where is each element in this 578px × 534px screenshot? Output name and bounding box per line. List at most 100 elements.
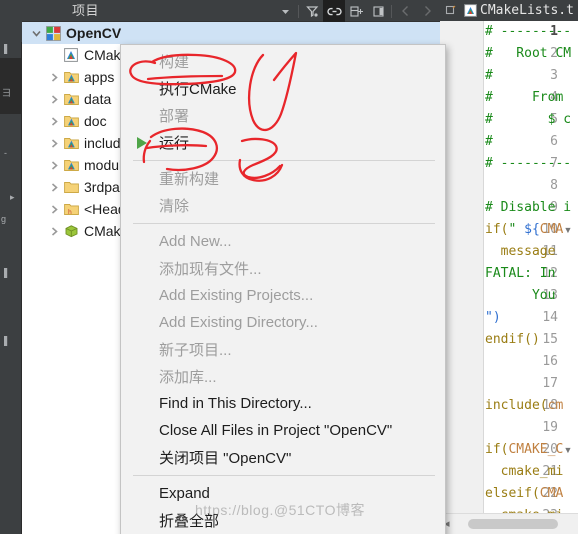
menu-item-expand[interactable]: Expand <box>121 480 445 507</box>
code-token: " <box>508 222 525 237</box>
cmake-folder-icon <box>62 66 80 88</box>
menu-separator <box>133 223 435 224</box>
chevron-down-icon[interactable] <box>274 0 296 22</box>
chevron-right-icon[interactable] <box>46 154 62 176</box>
code-token: if( <box>485 442 509 457</box>
editor-horizontal-scrollbar[interactable]: ◂ <box>440 513 578 534</box>
menu-item-run[interactable]: 运行 <box>121 129 445 156</box>
code-line: # <box>485 131 493 153</box>
menu-item-label: Find in This Directory... <box>159 395 312 412</box>
editor-body[interactable]: 12345678910▼11121314151617181920▼212223 … <box>440 21 578 523</box>
nav-back-icon[interactable] <box>394 0 416 22</box>
tree-item-label: OpenCV <box>66 25 122 41</box>
svg-text:h: h <box>68 209 72 216</box>
menu-item-clean: 清除 <box>121 192 445 219</box>
menu-item-label: 添加现有文件... <box>159 261 262 278</box>
menu-item-add-existing-projects: Add Existing Projects... <box>121 282 445 309</box>
chevron-right-icon[interactable] <box>46 66 62 88</box>
editor-tab-title[interactable]: CMakeLists.t <box>480 3 574 18</box>
code-line: # --------- <box>485 21 571 43</box>
hide-panel-icon[interactable] <box>367 0 389 22</box>
menu-separator <box>133 475 435 476</box>
link-icon[interactable] <box>323 0 345 22</box>
code-line: # Disable i <box>485 197 571 219</box>
tool-strip-glyph-4: g <box>1 214 7 224</box>
tool-strip-arrow-icon[interactable]: ▸ <box>10 192 15 202</box>
menu-item-label: 执行CMake <box>159 81 237 98</box>
folder-icon <box>62 176 80 198</box>
code-token: # <box>485 68 493 83</box>
cmake-folder-icon <box>62 132 80 154</box>
code-token: include( <box>485 398 548 413</box>
menu-item-label: 部署 <box>159 108 190 125</box>
editor-tabbar: CMakeLists.t <box>440 0 578 21</box>
code-token: if( <box>485 222 509 237</box>
tree-item-label: apps <box>84 69 115 85</box>
toolbar-divider-2 <box>391 4 392 18</box>
menu-item-run-cmake[interactable]: 执行CMake <box>121 75 445 102</box>
tool-strip-segment-active[interactable] <box>0 58 22 114</box>
chevron-right-icon[interactable] <box>46 220 62 242</box>
menu-item-add-library: 添加库... <box>121 363 445 390</box>
chevron-right-icon[interactable] <box>46 176 62 198</box>
code-line: if(CMAKE_C <box>485 439 563 461</box>
collapse-all-icon[interactable] <box>345 0 367 22</box>
menu-item-find-in-directory[interactable]: Find in This Directory... <box>121 390 445 417</box>
menu-item-deploy: 部署 <box>121 102 445 129</box>
editor-gutter[interactable] <box>440 21 484 513</box>
menu-item-label: 折叠全部 <box>159 513 220 530</box>
menu-item-label: 添加库... <box>159 369 217 386</box>
project-context-menu[interactable]: 构建执行CMake 部署运行重新构建清除 Add New... 添加现有文件... Ad… <box>120 44 446 534</box>
menu-item-label: 新子项目... <box>159 342 232 359</box>
project-panel-header: 项目 <box>22 0 440 22</box>
code-token: endif() <box>485 332 540 347</box>
tool-strip-glyph-5: ▌ <box>4 268 11 278</box>
chevron-right-icon[interactable] <box>46 198 62 220</box>
header-folder-icon: h <box>62 198 80 220</box>
cmake-file-icon <box>460 0 480 21</box>
cmake-folder-icon <box>62 154 80 176</box>
menu-item-rebuild: 重新构建 <box>121 165 445 192</box>
menu-item-label: Add New... <box>159 233 232 250</box>
chevron-right-icon[interactable] <box>46 88 62 110</box>
chevron-right-icon[interactable] <box>46 132 62 154</box>
menu-item-label: Close All Files in Project "OpenCV" <box>159 422 393 439</box>
nav-forward-icon[interactable] <box>416 0 438 22</box>
code-editor: CMakeLists.t 1 2 3 4 5 6 7 8 9 10 ▼ 11 12 13 14 15 16 17 1… <box>440 0 578 534</box>
tool-strip-segment-top[interactable] <box>0 0 22 42</box>
code-token: ") <box>485 310 501 325</box>
scrollbar-thumb[interactable] <box>468 519 558 529</box>
filter-icon[interactable] <box>301 0 323 22</box>
chevron-down-icon[interactable] <box>28 22 44 44</box>
code-token: cmake_mi <box>485 464 564 479</box>
code-token: CMAKE_C <box>508 442 564 457</box>
menu-item-label: Add Existing Directory... <box>159 314 318 331</box>
code-token: FATAL: In <box>485 266 556 281</box>
ide-window: ▌ 彐 - ▸ g ▌ ▌ 项目 OpenCV apps data doc in… <box>0 0 578 534</box>
menu-item-close-project[interactable]: 关闭项目 "OpenCV" <box>121 444 445 471</box>
code-line: endif() <box>485 329 540 351</box>
tree-item-label: data <box>84 91 112 107</box>
menu-item-build: 构建 <box>121 48 445 75</box>
menu-item-close-all-files[interactable]: Close All Files in Project "OpenCV" <box>121 417 445 444</box>
menu-item-add-existing-files: 添加现有文件... <box>121 255 445 282</box>
code-line: if(" ${CMA <box>485 219 563 241</box>
code-token: CMA <box>539 222 564 237</box>
tree-item-opencv[interactable]: OpenCV <box>22 22 440 44</box>
editor-code-area[interactable]: # --------- # Root CM # # From # $ c # # -----… <box>485 21 578 513</box>
code-token: CMA <box>539 486 564 501</box>
code-token: message <box>485 244 556 259</box>
menu-item-label: 重新构建 <box>159 171 220 188</box>
chevron-right-icon[interactable] <box>46 110 62 132</box>
code-line: cmake_mi <box>485 461 564 483</box>
menu-separator <box>133 160 435 161</box>
code-line: FATAL: In <box>485 263 555 285</box>
code-token: # $ c <box>485 112 572 127</box>
code-token: # --------- <box>485 24 572 39</box>
pin-icon[interactable] <box>440 0 460 21</box>
code-line: cmake_mi <box>485 505 564 513</box>
menu-item-collapse-all[interactable]: 折叠全部 <box>121 507 445 534</box>
code-token: ${ <box>524 222 540 237</box>
menu-item-add-existing-directory: Add Existing Directory... <box>121 309 445 336</box>
